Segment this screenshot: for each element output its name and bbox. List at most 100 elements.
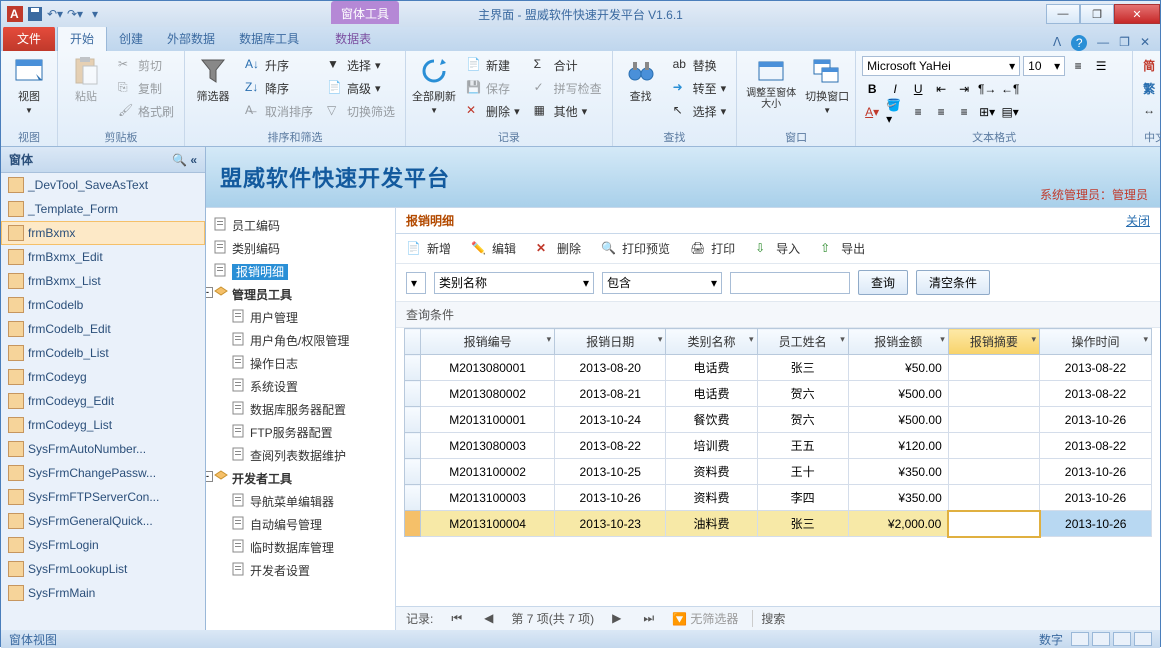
column-header[interactable]: 员工姓名▾: [757, 329, 848, 355]
align-center-button[interactable]: ≡: [931, 102, 951, 122]
cell[interactable]: ¥350.00: [848, 459, 948, 485]
cell[interactable]: ¥120.00: [848, 433, 948, 459]
column-header[interactable]: 报销金额▾: [848, 329, 948, 355]
nav-item[interactable]: frmCodeyg_List: [1, 413, 205, 437]
close-link[interactable]: 关闭: [1126, 212, 1150, 229]
bullets-button[interactable]: ≡: [1068, 56, 1088, 76]
format-painter-button[interactable]: 🖌格式刷: [114, 100, 178, 122]
cell[interactable]: 培训费: [666, 433, 757, 459]
data-table[interactable]: 报销编号▾报销日期▾类别名称▾员工姓名▾报销金额▾报销摘要▾操作时间▾ M201…: [404, 328, 1152, 538]
filter-operator-select[interactable]: 包含▾: [602, 272, 722, 294]
tree-node[interactable]: 开发者设置: [210, 559, 391, 582]
font-color-button[interactable]: A▾: [862, 102, 882, 122]
nav-item[interactable]: frmCodelb_Edit: [1, 317, 205, 341]
row-selector[interactable]: [405, 355, 421, 381]
save-icon[interactable]: [27, 6, 43, 22]
nav-item[interactable]: frmBxmx: [1, 221, 205, 245]
sort-asc-button[interactable]: A↓升序: [241, 54, 317, 76]
tree-node[interactable]: 查阅列表数据维护: [210, 444, 391, 467]
indent-inc-button[interactable]: ⇥: [954, 79, 974, 99]
delete-button[interactable]: ✕删除: [536, 240, 581, 257]
nav-item[interactable]: _DevTool_SaveAsText: [1, 173, 205, 197]
row-header-cell[interactable]: [405, 329, 421, 355]
view-layout-button[interactable]: [1113, 632, 1131, 646]
numbering-button[interactable]: ☰: [1091, 56, 1111, 76]
cell[interactable]: [948, 511, 1039, 537]
underline-button[interactable]: U: [908, 79, 928, 99]
search-label[interactable]: 搜索: [752, 610, 785, 627]
cell[interactable]: M2013100003: [421, 485, 555, 511]
align-left-button[interactable]: ≡: [908, 102, 928, 122]
cell[interactable]: 2013-08-22: [555, 433, 666, 459]
column-filter-icon[interactable]: ▾: [840, 334, 845, 345]
indent-dec-button[interactable]: ⇤: [931, 79, 951, 99]
row-selector[interactable]: [405, 511, 421, 537]
cell[interactable]: 2013-08-21: [555, 381, 666, 407]
cell[interactable]: ¥500.00: [848, 407, 948, 433]
trad-to-simp-button[interactable]: 简繁转简: [1139, 54, 1161, 76]
query-button[interactable]: 查询: [858, 270, 908, 295]
nav-header[interactable]: 窗体 🔍 «: [1, 147, 205, 173]
table-row[interactable]: M20131000022013-10-25资料费王十¥350.002013-10…: [405, 459, 1152, 485]
tree-node[interactable]: 用户管理: [210, 306, 391, 329]
cell[interactable]: 资料费: [666, 459, 757, 485]
tab-create[interactable]: 创建: [107, 26, 155, 51]
filter-button[interactable]: 筛选器: [191, 54, 235, 104]
nav-item[interactable]: SysFrmLogin: [1, 533, 205, 557]
font-name-select[interactable]: Microsoft YaHei▾: [862, 56, 1020, 76]
column-filter-icon[interactable]: ▾: [1031, 334, 1036, 345]
tree-node[interactable]: 员工编码: [210, 214, 391, 237]
simp-to-trad-button[interactable]: 繁简转繁: [1139, 77, 1161, 99]
qat-dropdown-icon[interactable]: ▾: [87, 6, 103, 22]
tree-node[interactable]: FTP服务器配置: [210, 421, 391, 444]
tab-home[interactable]: 开始: [57, 25, 107, 51]
search-icon[interactable]: 🔍 «: [172, 153, 197, 167]
view-form-button[interactable]: [1071, 632, 1089, 646]
minimize-button[interactable]: —: [1046, 4, 1080, 24]
table-row[interactable]: M20130800012013-08-20电话费张三¥50.002013-08-…: [405, 355, 1152, 381]
bold-button[interactable]: B: [862, 79, 882, 99]
row-selector[interactable]: [405, 407, 421, 433]
cell[interactable]: 2013-10-23: [555, 511, 666, 537]
cell[interactable]: 张三: [757, 511, 848, 537]
tree-node[interactable]: 操作日志: [210, 352, 391, 375]
switch-window-button[interactable]: 切换窗口▼: [805, 54, 849, 115]
cell[interactable]: M2013080002: [421, 381, 555, 407]
column-filter-icon[interactable]: ▾: [658, 334, 663, 345]
select-button[interactable]: ↖选择 ▾: [669, 100, 731, 122]
cell[interactable]: 贺六: [757, 381, 848, 407]
font-size-select[interactable]: 10▾: [1023, 56, 1065, 76]
mdi-restore-icon[interactable]: ❐: [1119, 35, 1130, 51]
help-icon[interactable]: ?: [1071, 35, 1087, 51]
nav-item[interactable]: frmBxmx_List: [1, 269, 205, 293]
column-filter-icon[interactable]: ▾: [940, 334, 945, 345]
next-record-button[interactable]: ▶: [608, 611, 625, 626]
cell[interactable]: ¥500.00: [848, 381, 948, 407]
nav-item[interactable]: SysFrmMain: [1, 581, 205, 605]
prev-record-button[interactable]: ◀: [480, 611, 497, 626]
filter-field-select[interactable]: 类别名称▾: [434, 272, 594, 294]
column-header[interactable]: 报销编号▾: [421, 329, 555, 355]
column-header[interactable]: 类别名称▾: [666, 329, 757, 355]
tree-node[interactable]: 导航菜单编辑器: [210, 490, 391, 513]
column-header[interactable]: 操作时间▾: [1040, 329, 1152, 355]
cell[interactable]: 2013-08-22: [1040, 381, 1152, 407]
import-button[interactable]: ⇩导入: [755, 240, 800, 257]
replace-button[interactable]: ab替换: [669, 54, 731, 76]
cell[interactable]: 王五: [757, 433, 848, 459]
cut-button[interactable]: ✂剪切: [114, 54, 178, 76]
tree-node[interactable]: -开发者工具: [210, 467, 391, 490]
cell[interactable]: 2013-08-22: [1040, 355, 1152, 381]
advanced-filter-button[interactable]: 📄高级 ▾: [323, 77, 399, 99]
cell[interactable]: 李四: [757, 485, 848, 511]
fill-color-button[interactable]: 🪣▾: [885, 102, 905, 122]
tree-node[interactable]: 自动编号管理: [210, 513, 391, 536]
ribbon-collapse-icon[interactable]: ᐱ: [1053, 35, 1061, 51]
first-record-button[interactable]: ⏮: [447, 612, 466, 626]
tree-node[interactable]: 用户角色/权限管理: [210, 329, 391, 352]
column-filter-icon[interactable]: ▾: [1143, 334, 1148, 345]
gridlines-button[interactable]: ⊞▾: [977, 102, 997, 122]
ltr-button[interactable]: ¶→: [977, 79, 997, 99]
tab-dbtools[interactable]: 数据库工具: [227, 26, 311, 51]
table-row[interactable]: M20130800032013-08-22培训费王五¥120.002013-08…: [405, 433, 1152, 459]
